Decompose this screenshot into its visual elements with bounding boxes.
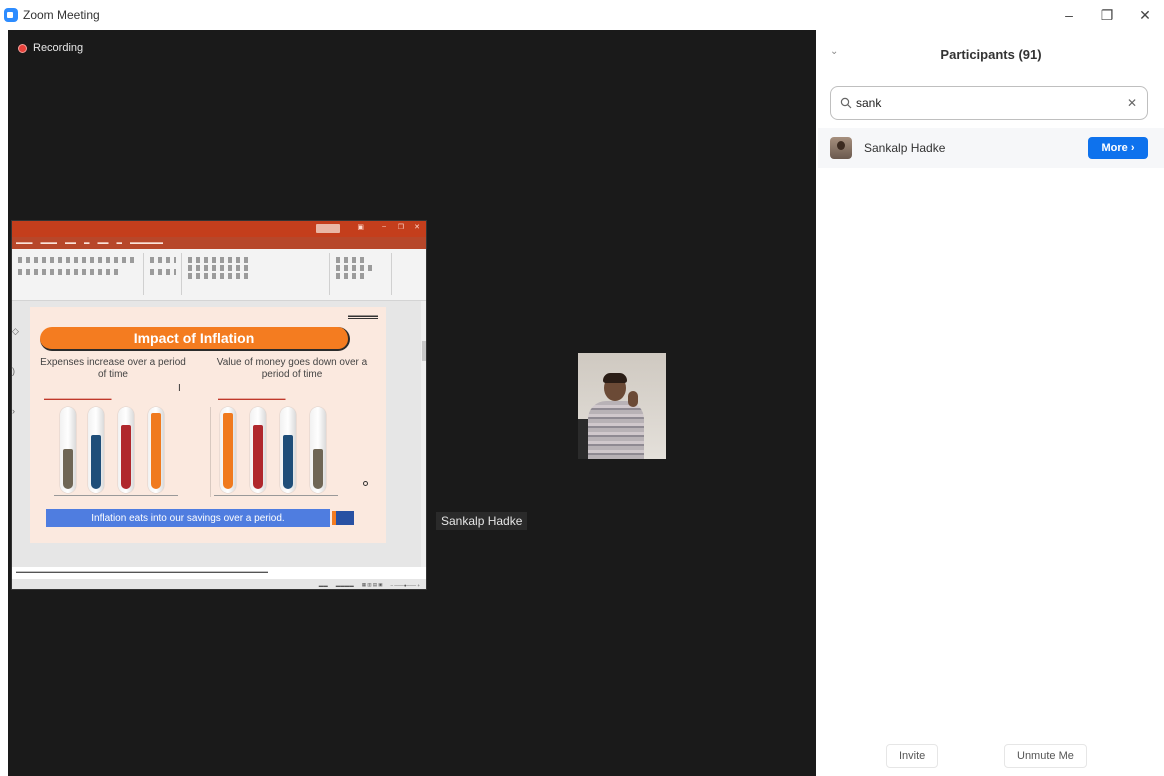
chevron-down-icon[interactable]: ⌄ <box>830 46 838 57</box>
participants-title: Participants (91) <box>940 46 1042 62</box>
unmute-me-button[interactable]: Unmute Me <box>1004 744 1087 768</box>
participant-list-item[interactable]: Sankalp Hadke More › <box>818 128 1164 168</box>
recording-label: Recording <box>33 42 84 54</box>
shared-app-signin <box>316 224 340 233</box>
slide-banner: Impact of Inflation <box>40 327 350 351</box>
shared-tab: ▬ <box>84 240 90 246</box>
slide-footer-text: Inflation eats into our savings over a p… <box>91 512 285 524</box>
shared-slide: ▬▬▬▬▬▬ Impact of Inflation Expenses incr… <box>30 307 386 543</box>
minimize-button[interactable]: – <box>1050 0 1088 30</box>
participant-name: Sankalp Hadke <box>864 141 946 155</box>
shared-screen: ▣ – ❐ ✕ ▬▬▬ ▬▬▬ ▬▬ ▬ ▬▬ ▬ ▬▬▬▬▬▬ ◇) › ▬… <box>11 220 427 590</box>
invite-button[interactable]: Invite <box>886 744 939 768</box>
clear-search-icon[interactable]: ✕ <box>1125 96 1139 110</box>
shared-app-close-icon: ✕ <box>414 224 420 231</box>
shared-tab: ▬▬▬ <box>16 240 33 246</box>
participants-header: ⌄ Participants (91) <box>818 30 1164 78</box>
text-cursor-icon: I <box>178 383 181 394</box>
title-bar: Zoom Meeting – ❐ ✕ <box>0 0 1164 30</box>
participants-footer: Invite Unmute Me <box>818 736 1164 776</box>
restore-button[interactable]: ❐ <box>1088 0 1126 30</box>
shared-app-minimize-icon: – <box>382 223 386 230</box>
shared-app-tabs: ▬▬▬ ▬▬▬ ▬▬ ▬ ▬▬ ▬ ▬▬▬▬▬▬ <box>12 237 426 249</box>
slide-right-caption: ▬▬▬▬▬▬▬▬▬▬▬▬▬▬▬ <box>218 396 286 401</box>
shared-tab: ▬▬▬ <box>40 240 58 246</box>
participant-search: ✕ <box>830 86 1148 120</box>
participant-video[interactable] <box>578 353 666 459</box>
slide-logo <box>332 511 354 525</box>
slide-left-caption: ▬▬▬▬▬▬▬▬▬▬▬▬▬▬▬ <box>44 396 112 401</box>
slide-left-title: Expenses increase over a period of time <box>40 357 186 380</box>
ribbon-group <box>332 253 392 295</box>
shared-tab: ▬▬ <box>97 240 109 246</box>
slide-tube <box>280 407 296 493</box>
recording-icon <box>18 43 27 53</box>
participant-name-tag: Sankalp Hadke <box>436 512 528 530</box>
avatar <box>830 137 852 159</box>
slide-nav-icon: ◇) › <box>12 326 19 416</box>
close-button[interactable]: ✕ <box>1126 0 1164 30</box>
ribbon-group <box>184 253 330 295</box>
window-title: Zoom Meeting <box>23 8 100 22</box>
slide-tube <box>310 407 326 493</box>
zoom-window: Zoom Meeting – ❐ ✕ Recording ▣ – ❐ ✕ ▬▬▬… <box>0 0 1164 776</box>
search-icon <box>839 96 853 110</box>
ribbon-group <box>14 253 144 295</box>
slide-footer: Inflation eats into our savings over a p… <box>46 509 330 527</box>
slide-tube <box>88 407 104 493</box>
shared-tab: ▬▬ <box>65 240 76 246</box>
slide-right-title: Value of money goes down over a period o… <box>216 357 368 380</box>
ribbon-group <box>146 253 182 295</box>
shared-app-title-bar: ▣ – ❐ ✕ <box>12 221 426 237</box>
slide-tube <box>250 407 266 493</box>
zoom-logo-icon <box>4 8 18 22</box>
slide-tube <box>220 407 236 493</box>
slide-brand-mark: ▬▬▬▬▬▬ <box>348 313 378 319</box>
shared-app-notes: ▬▬▬▬▬▬▬▬▬▬▬▬▬▬▬▬▬▬▬▬▬▬▬▬▬▬▬▬▬▬▬▬▬▬▬▬▬▬▬▬… <box>12 567 426 579</box>
shared-tab: ▬▬▬▬▬▬ <box>130 240 163 246</box>
shared-app-status-bar: ▬▬ ▬▬▬▬ ▦ ▥ ▤ ▣ – ───●─── + <box>12 579 426 589</box>
slide-tube <box>60 407 76 493</box>
slide-tube <box>118 407 134 493</box>
slide-axis <box>214 495 338 496</box>
shared-tab: ▬ <box>116 240 123 246</box>
shared-app-workspace: ◇) › ▬▬▬▬▬▬ Impact of Inflation Expenses … <box>12 301 426 567</box>
slide-banner-text: Impact of Inflation <box>133 330 255 346</box>
shared-app-scrollbar <box>421 301 426 567</box>
window-controls: – ❐ ✕ <box>1050 0 1164 30</box>
slide-divider <box>210 407 211 497</box>
more-button[interactable]: More › <box>1088 137 1148 159</box>
participants-panel: ⌄ Participants (91) ✕ Sankalp Hadke More… <box>818 30 1164 776</box>
shared-app-ribbon <box>12 249 426 301</box>
meeting-view: Recording ▣ – ❐ ✕ ▬▬▬ ▬▬▬ ▬▬ ▬ ▬▬ ▬ ▬▬▬▬… <box>8 30 816 776</box>
shared-app-ribbon-icon: ▣ <box>357 224 364 231</box>
recording-indicator[interactable]: Recording <box>18 42 83 54</box>
slide-bullet-icon <box>363 481 368 486</box>
slide-axis <box>54 495 178 496</box>
shared-app-restore-icon: ❐ <box>397 224 404 231</box>
search-input[interactable] <box>856 96 1125 110</box>
slide-tube <box>148 407 164 493</box>
